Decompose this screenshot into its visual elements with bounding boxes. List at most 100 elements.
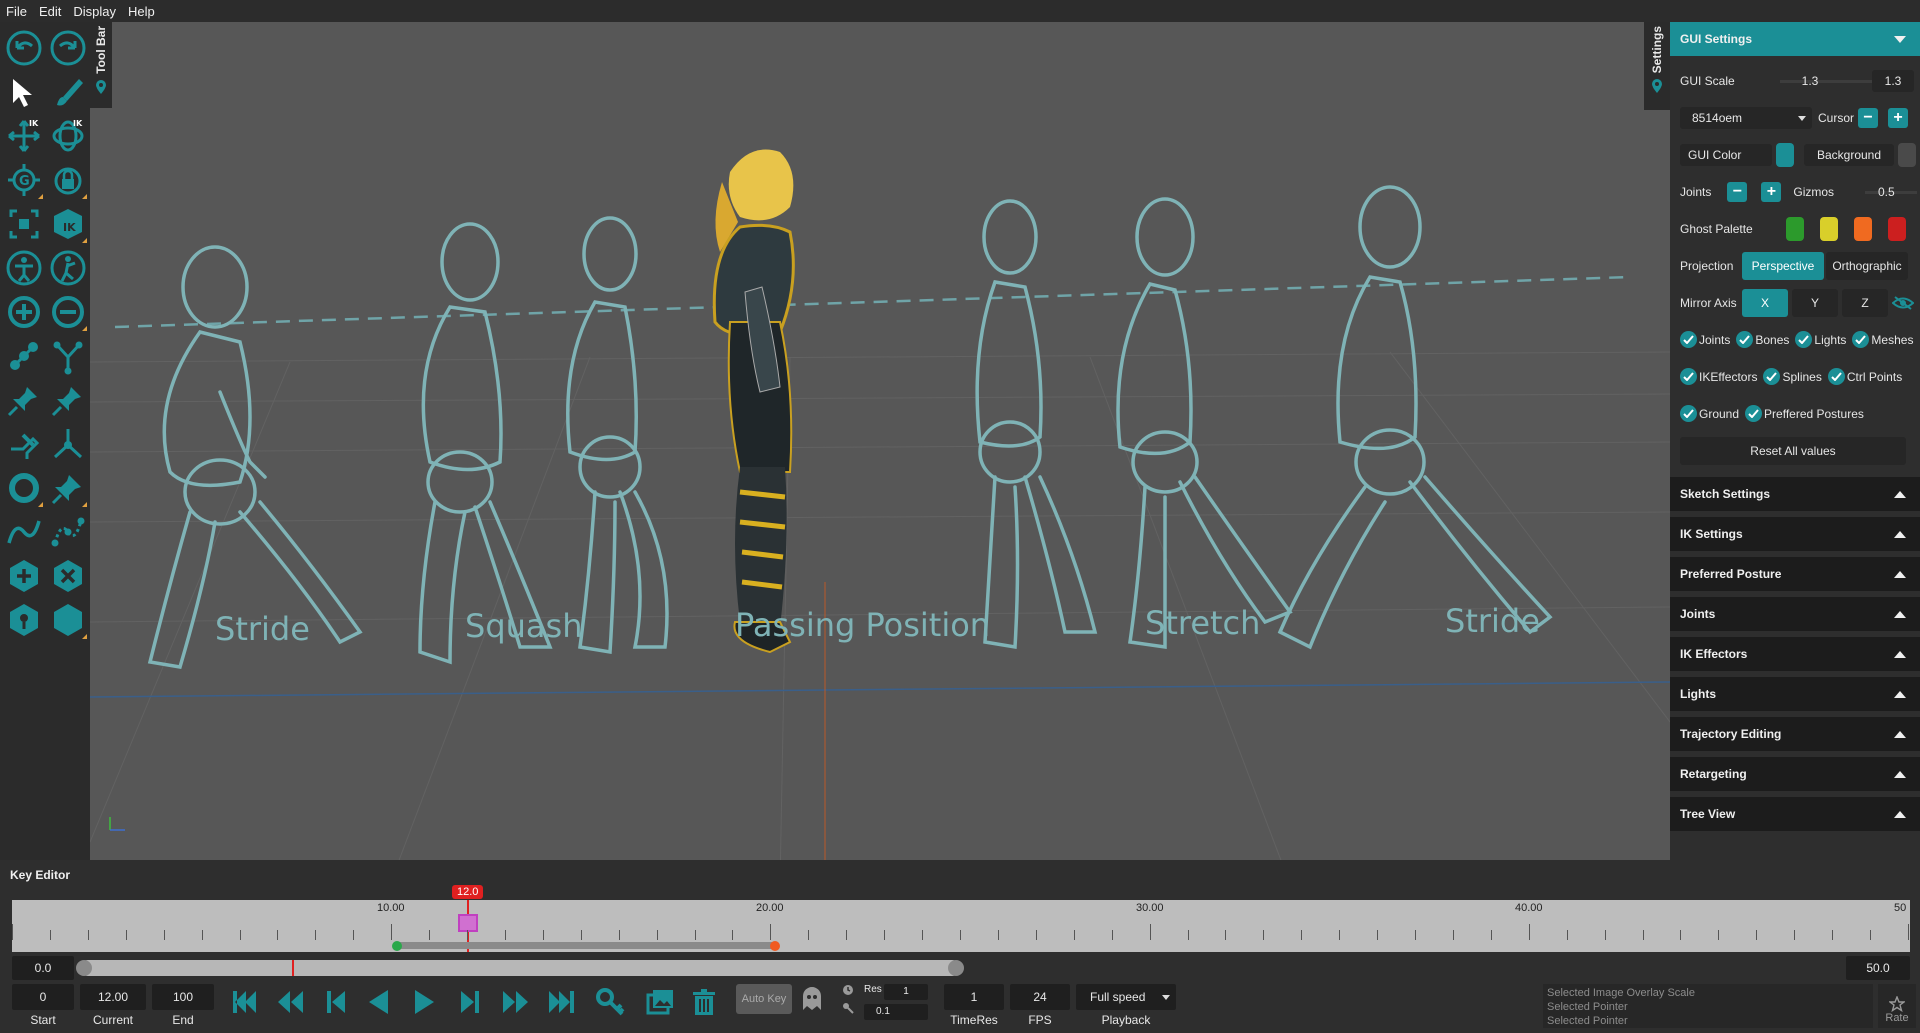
playback-range[interactable] xyxy=(397,942,775,949)
tool-hexagon-button[interactable] xyxy=(46,598,90,642)
scroll-left-handle[interactable] xyxy=(76,960,92,976)
tool-redo-button[interactable] xyxy=(46,26,90,70)
start-frame-input[interactable]: 0 xyxy=(12,984,74,1010)
tool-spline-button[interactable] xyxy=(2,510,46,554)
eye-hidden-icon[interactable] xyxy=(1892,295,1914,310)
current-frame-input[interactable]: 12.00 xyxy=(80,984,146,1010)
current-frame-marker[interactable]: 12.0 xyxy=(452,885,484,899)
play-button[interactable] xyxy=(406,984,442,1020)
mirror-y-button[interactable]: Y xyxy=(1792,288,1838,317)
timeline-ruler[interactable]: 12.0 10.00 20.00 30.00 40.00 50 xyxy=(12,885,1910,952)
gui-color-swatch[interactable] xyxy=(1776,142,1794,167)
section-sketch-settings[interactable]: Sketch Settings xyxy=(1670,477,1920,511)
profile-dropdown[interactable]: 8514oem xyxy=(1680,106,1812,129)
scroll-right-handle[interactable] xyxy=(948,960,964,976)
menu-file[interactable]: File xyxy=(6,4,27,19)
range-start-handle[interactable] xyxy=(392,941,402,951)
toggle-ikeffectors[interactable]: IKEffectors xyxy=(1680,368,1757,385)
key-small-icon[interactable] xyxy=(842,1002,854,1014)
skip-to-end-button[interactable] xyxy=(544,984,580,1020)
cursor-minus-button[interactable]: − xyxy=(1858,107,1879,128)
tool-pin-down-button[interactable] xyxy=(2,422,46,466)
ghost-color-3[interactable] xyxy=(1854,216,1872,241)
toggle-bones[interactable]: Bones xyxy=(1736,331,1789,348)
auto-key-button[interactable]: Auto Key xyxy=(736,984,792,1014)
settings-tab[interactable]: Settings xyxy=(1644,22,1670,110)
tool-add-joint-button[interactable] xyxy=(2,290,46,334)
toggle-preffered-postures[interactable]: Preffered Postures xyxy=(1745,405,1864,422)
rewind-button[interactable] xyxy=(272,984,308,1020)
gui-settings-header[interactable]: GUI Settings xyxy=(1670,22,1920,56)
menu-display[interactable]: Display xyxy=(73,4,116,19)
key-button[interactable] xyxy=(592,984,628,1020)
end-frame-input[interactable]: 100 xyxy=(152,984,214,1010)
tool-body-button[interactable] xyxy=(2,246,46,290)
menu-edit[interactable]: Edit xyxy=(39,4,61,19)
tool-pin-tilt-button[interactable] xyxy=(46,466,90,510)
tool-global-button[interactable]: G xyxy=(2,158,46,202)
tool-bar-tab[interactable]: Tool Bar xyxy=(90,22,112,108)
ghost-icon[interactable] xyxy=(800,986,824,1012)
mirror-z-button[interactable]: Z xyxy=(1842,288,1888,317)
reset-all-button[interactable]: Reset All values xyxy=(1680,436,1906,465)
res-sub-slider[interactable]: 0.1 xyxy=(864,1004,928,1020)
toggle-joints[interactable]: Joints xyxy=(1680,331,1730,348)
toggle-lights[interactable]: Lights xyxy=(1795,331,1846,348)
trash-button[interactable] xyxy=(686,984,722,1020)
gui-scale-input[interactable]: 1.3 xyxy=(1872,69,1914,92)
step-back-button[interactable] xyxy=(318,984,354,1020)
fast-forward-button[interactable] xyxy=(498,984,534,1020)
section-retargeting[interactable]: Retargeting xyxy=(1670,757,1920,791)
pin-settings-icon[interactable] xyxy=(1651,79,1663,94)
ghost-color-4[interactable] xyxy=(1888,216,1906,241)
tool-pin-add-button[interactable] xyxy=(46,378,90,422)
tool-lock-button[interactable] xyxy=(46,158,90,202)
tool-joint-chain-button[interactable] xyxy=(2,334,46,378)
section-lights[interactable]: Lights xyxy=(1670,677,1920,711)
tool-spline-points-button[interactable] xyxy=(46,510,90,554)
playback-dropdown[interactable]: Full speed xyxy=(1076,984,1176,1010)
tool-branch-button[interactable] xyxy=(46,422,90,466)
section-trajectory-editing[interactable]: Trajectory Editing xyxy=(1670,717,1920,751)
ghost-color-2[interactable] xyxy=(1820,216,1838,241)
orthographic-button[interactable]: Orthographic xyxy=(1826,251,1908,280)
fps-input[interactable]: 24 xyxy=(1010,984,1070,1010)
3d-viewport[interactable]: Stride Squash Passing Position Stretch S… xyxy=(90,22,1670,884)
cursor-plus-button[interactable]: + xyxy=(1888,107,1909,128)
section-ik-settings[interactable]: IK Settings xyxy=(1670,517,1920,551)
tool-pin-button[interactable] xyxy=(2,378,46,422)
clock-icon[interactable] xyxy=(842,984,854,996)
tool-hex-add-button[interactable] xyxy=(2,554,46,598)
tool-pose-button[interactable] xyxy=(46,246,90,290)
joints-minus-button[interactable]: − xyxy=(1727,181,1748,202)
pin-tab-icon[interactable] xyxy=(95,79,107,94)
ghost-color-1[interactable] xyxy=(1786,216,1804,241)
timeres-input[interactable]: 1 xyxy=(944,984,1004,1010)
tool-ik-cube-button[interactable]: IK xyxy=(46,202,90,246)
tool-shield-pin-button[interactable] xyxy=(2,598,46,642)
toggle-meshes[interactable]: Meshes xyxy=(1852,331,1913,348)
3d-character[interactable] xyxy=(712,149,795,654)
tool-brush-button[interactable] xyxy=(46,70,90,114)
section-tree-view[interactable]: Tree View xyxy=(1670,797,1920,831)
range-end-handle[interactable] xyxy=(770,941,780,951)
tool-frame-button[interactable] xyxy=(2,202,46,246)
tool-undo-button[interactable] xyxy=(2,26,46,70)
menu-help[interactable]: Help xyxy=(128,4,155,19)
tool-ik-move-button[interactable]: IK xyxy=(2,114,46,158)
tool-hex-remove-button[interactable] xyxy=(46,554,90,598)
tool-remove-joint-button[interactable] xyxy=(46,290,90,334)
res-input[interactable]: 1 xyxy=(884,984,928,1000)
rate-button[interactable]: Rate xyxy=(1878,984,1916,1028)
keyframe-icon[interactable] xyxy=(458,914,478,932)
section-joints[interactable]: Joints xyxy=(1670,597,1920,631)
tool-fork-button[interactable] xyxy=(46,334,90,378)
perspective-button[interactable]: Perspective xyxy=(1742,251,1824,280)
step-forward-button[interactable] xyxy=(452,984,488,1020)
skip-to-start-button[interactable] xyxy=(226,984,262,1020)
scroll-end-field[interactable]: 50.0 xyxy=(1846,956,1910,980)
tool-ik-rotate-button[interactable]: IK xyxy=(46,114,90,158)
tool-ring-button[interactable] xyxy=(2,466,46,510)
image-overlay-button[interactable] xyxy=(642,984,678,1020)
joints-plus-button[interactable]: + xyxy=(1761,181,1782,202)
